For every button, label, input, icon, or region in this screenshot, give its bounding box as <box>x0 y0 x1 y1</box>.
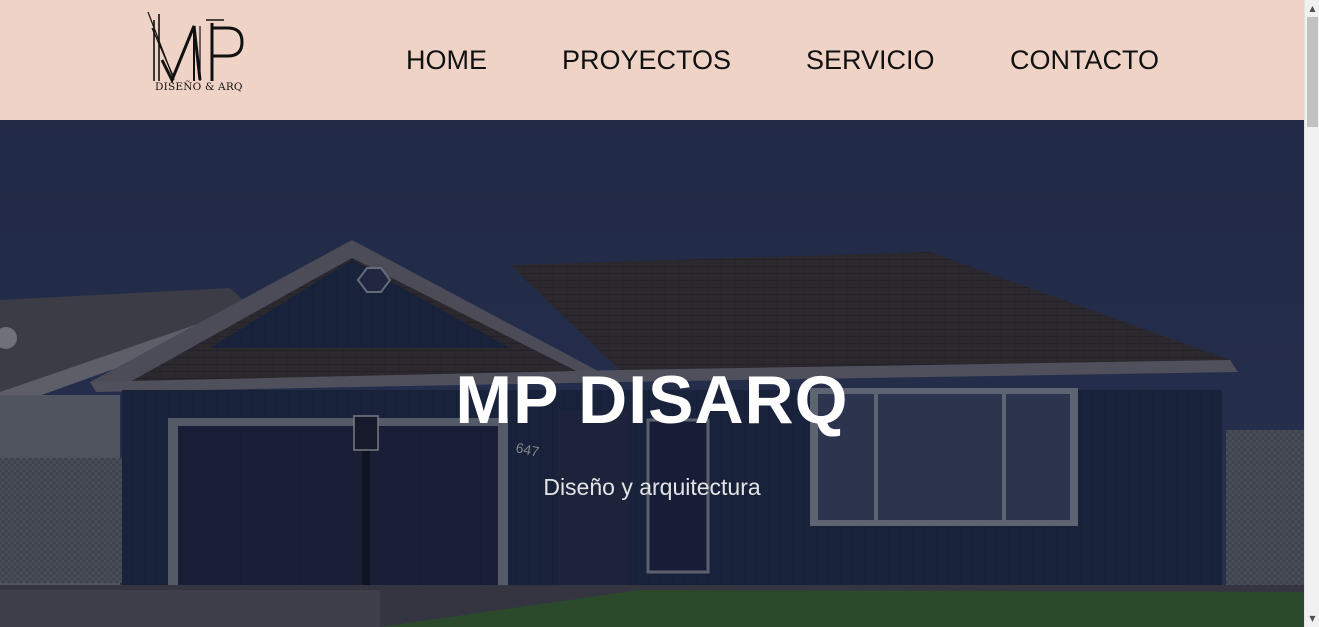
triangle-down-icon[interactable]: ▼ <box>1305 610 1319 627</box>
main-nav: HOME PROYECTOS SERVICIO CONTACTO <box>0 42 1304 78</box>
triangle-up-icon[interactable]: ▲ <box>1305 0 1319 17</box>
nav-item-proyectos[interactable]: PROYECTOS <box>562 42 731 78</box>
vertical-scrollbar[interactable]: ▲ ▼ <box>1304 0 1319 627</box>
nav-item-servicio[interactable]: SERVICIO <box>806 42 935 78</box>
hero-section: 647 MP DISARQ Diseño y arquitectura <box>0 120 1304 627</box>
hero-subtitle: Diseño y arquitectura <box>543 474 761 500</box>
page: DISEÑO & ARQ HOME PROYECTOS SERVICIO CON… <box>0 0 1319 627</box>
nav-item-home[interactable]: HOME <box>406 42 487 78</box>
nav-item-contacto[interactable]: CONTACTO <box>1010 42 1159 78</box>
logo-caption: DISEÑO & ARQ <box>155 81 243 93</box>
site-header: DISEÑO & ARQ HOME PROYECTOS SERVICIO CON… <box>0 0 1304 120</box>
hero-title: MP DISARQ <box>455 362 849 438</box>
scrollbar-thumb[interactable] <box>1307 17 1318 127</box>
